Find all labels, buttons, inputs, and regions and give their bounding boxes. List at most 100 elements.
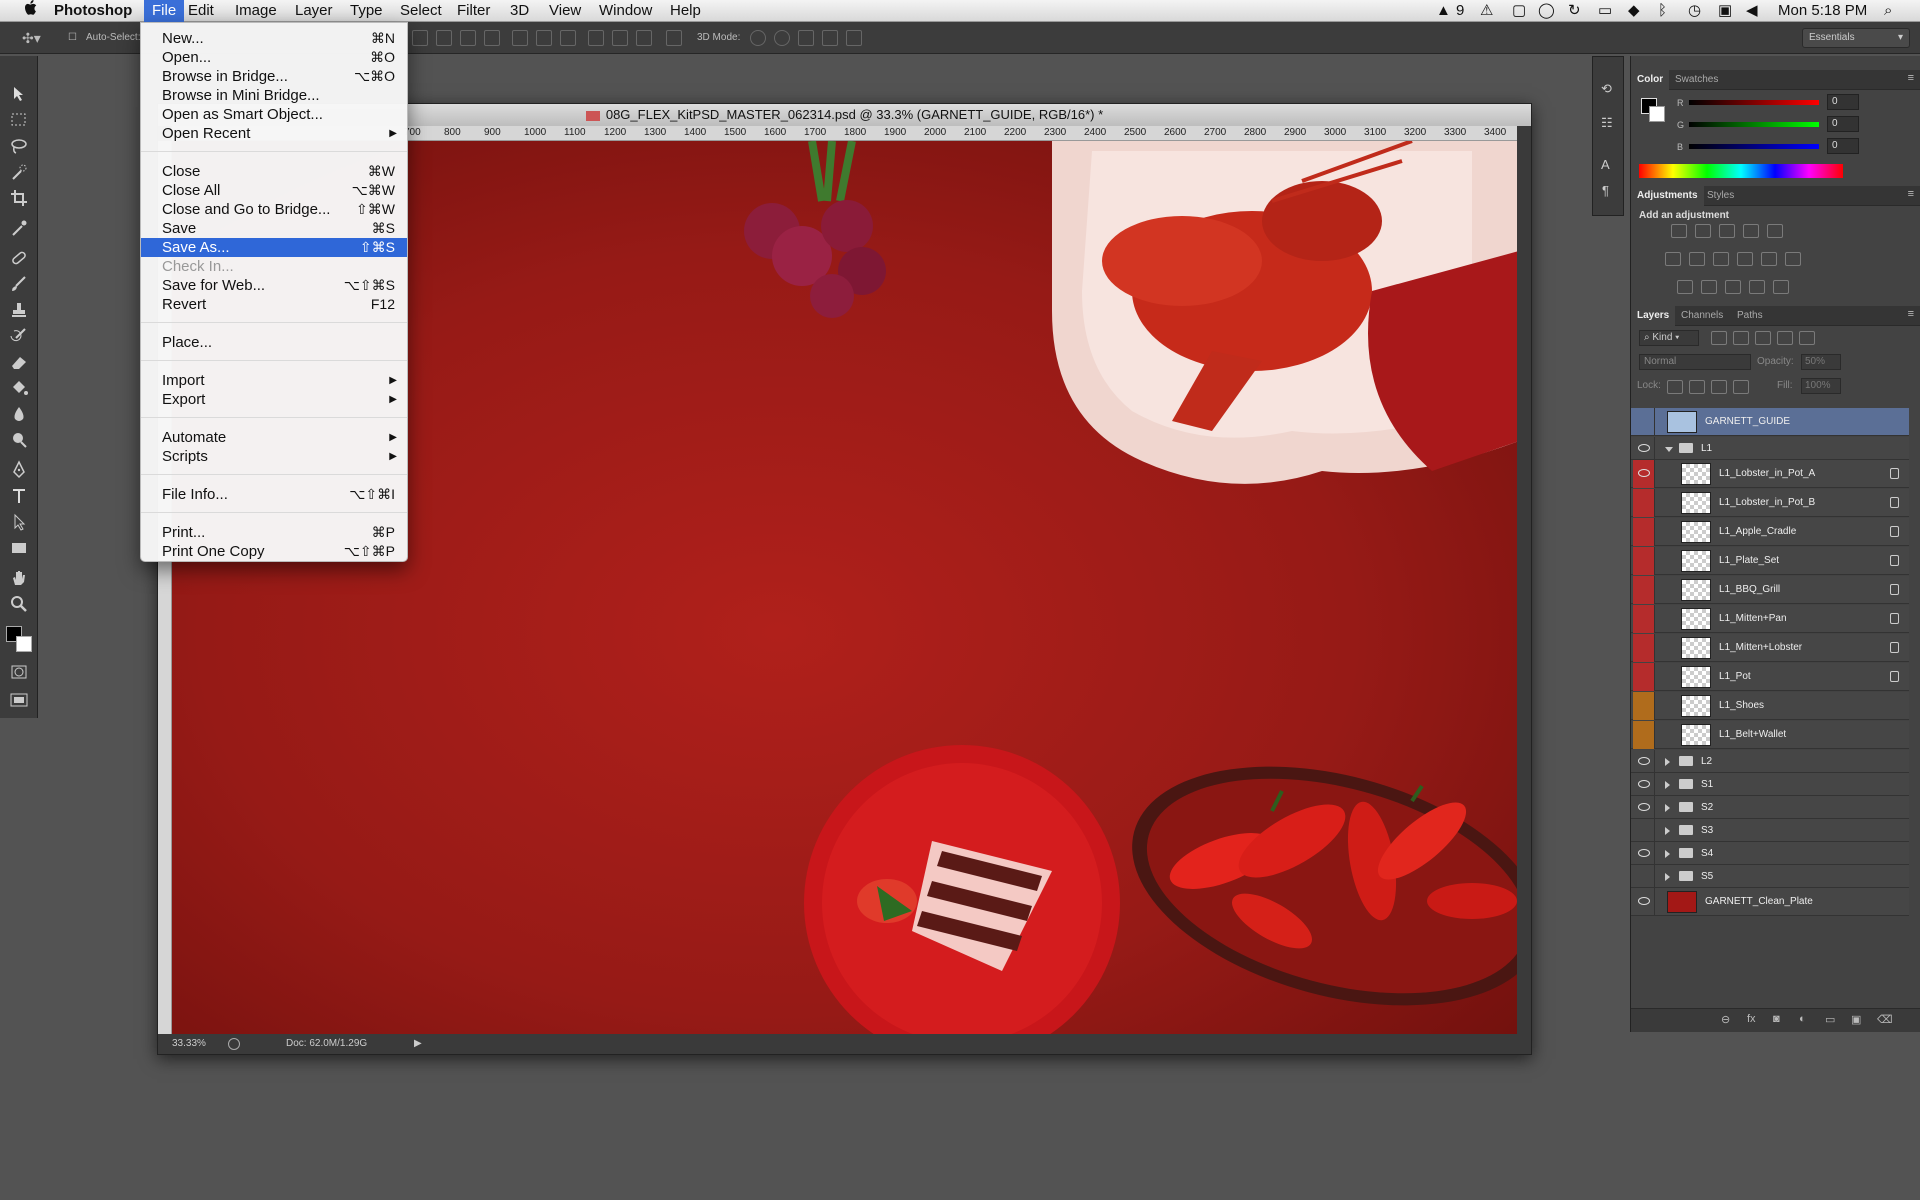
blue-slider[interactable] bbox=[1689, 144, 1819, 149]
filter-shape-layers-icon[interactable] bbox=[1777, 331, 1793, 345]
lock-position-icon[interactable] bbox=[1711, 380, 1727, 394]
color-lookup-icon[interactable] bbox=[1785, 252, 1801, 266]
visibility-toggle[interactable] bbox=[1633, 605, 1655, 633]
visibility-toggle[interactable] bbox=[1633, 819, 1655, 842]
tab-color[interactable]: Color bbox=[1631, 70, 1670, 90]
menu-item-import[interactable]: Import ▶ bbox=[141, 371, 407, 390]
menu-item-new[interactable]: New... ⌘N bbox=[141, 29, 407, 48]
photo-filter-icon[interactable] bbox=[1737, 252, 1753, 266]
menu-item-file-info[interactable]: File Info... ⌥⇧⌘I bbox=[141, 485, 407, 504]
visibility-toggle[interactable] bbox=[1633, 692, 1655, 720]
menu-item-open[interactable]: Open... ⌘O bbox=[141, 48, 407, 67]
distribute-vcenter-icon[interactable] bbox=[536, 30, 552, 46]
layer-group[interactable]: S3 bbox=[1631, 819, 1909, 842]
menu-item-open-recent[interactable]: Open Recent ▶ bbox=[141, 124, 407, 143]
apple-menu[interactable] bbox=[16, 0, 46, 22]
panel-menu-icon[interactable]: ≡ bbox=[1908, 188, 1914, 200]
3d-scale-icon[interactable] bbox=[846, 30, 862, 46]
brightness-contrast-icon[interactable] bbox=[1671, 224, 1687, 238]
sync-icon[interactable]: ↻ bbox=[1568, 0, 1581, 22]
tab-paths[interactable]: Paths bbox=[1731, 306, 1769, 326]
layer-garnett-clean-plate[interactable]: GARNETT_Clean_Plate bbox=[1631, 888, 1909, 916]
visibility-toggle[interactable] bbox=[1633, 408, 1655, 436]
visibility-toggle[interactable] bbox=[1633, 547, 1655, 575]
layer-l1-item[interactable]: L1_Mitten+Lobster bbox=[1631, 634, 1909, 662]
menu-type[interactable]: Type bbox=[342, 0, 391, 22]
brush-tool-icon[interactable] bbox=[8, 274, 30, 294]
paint-bucket-tool-icon[interactable] bbox=[8, 378, 30, 398]
levels-icon[interactable] bbox=[1695, 224, 1711, 238]
marquee-tool-icon[interactable] bbox=[8, 110, 30, 130]
exposure-icon[interactable] bbox=[1743, 224, 1759, 238]
vibrance-icon[interactable] bbox=[1767, 224, 1783, 238]
auto-select-checkbox[interactable]: ☐ bbox=[68, 30, 77, 46]
hand-tool-icon[interactable] bbox=[8, 568, 30, 588]
move-tool-preset-icon[interactable]: ✣▾ bbox=[22, 30, 41, 46]
layer-group[interactable]: S2 bbox=[1631, 796, 1909, 819]
color-background-swatch[interactable] bbox=[1649, 106, 1665, 122]
menu-file[interactable]: File bbox=[144, 0, 185, 22]
volume-icon[interactable]: ◀ bbox=[1746, 0, 1758, 22]
menu-item-close-and-go-to-bridge[interactable]: Close and Go to Bridge... ⇧⌘W bbox=[141, 200, 407, 219]
red-value[interactable]: 0 bbox=[1827, 94, 1859, 110]
lock-transparent-icon[interactable] bbox=[1667, 380, 1683, 394]
layer-group-l1[interactable]: L1 bbox=[1631, 437, 1909, 460]
menu-view[interactable]: View bbox=[541, 0, 589, 22]
hue-saturation-icon[interactable] bbox=[1665, 252, 1681, 266]
panel-menu-icon[interactable]: ≡ bbox=[1908, 308, 1914, 320]
layer-group[interactable]: S1 bbox=[1631, 773, 1909, 796]
clipboard-icon[interactable]: ▢ bbox=[1512, 0, 1526, 22]
lock-image-icon[interactable] bbox=[1689, 380, 1705, 394]
fill-input[interactable]: 100% bbox=[1801, 378, 1841, 394]
invert-icon[interactable] bbox=[1677, 280, 1693, 294]
black-white-icon[interactable] bbox=[1713, 252, 1729, 266]
menu-3d[interactable]: 3D bbox=[502, 0, 537, 22]
disclosure-closed-icon[interactable] bbox=[1665, 827, 1670, 835]
dropbox-icon[interactable]: ◆ bbox=[1628, 0, 1640, 22]
filter-type-layers-icon[interactable] bbox=[1755, 331, 1771, 345]
menu-help[interactable]: Help bbox=[662, 0, 709, 22]
menu-item-revert[interactable]: Revert F12 bbox=[141, 295, 407, 314]
visibility-toggle[interactable] bbox=[1633, 460, 1655, 488]
move-tool-icon[interactable] bbox=[8, 84, 30, 104]
zoom-tool-icon[interactable] bbox=[8, 594, 30, 614]
background-color-swatch[interactable] bbox=[16, 636, 32, 652]
layer-l1-item[interactable]: L1_Apple_Cradle bbox=[1631, 518, 1909, 546]
distribute-top-icon[interactable] bbox=[512, 30, 528, 46]
align-left-icon[interactable] bbox=[484, 30, 500, 46]
align-vcenter-icon[interactable] bbox=[436, 30, 452, 46]
layer-l1-item[interactable]: L1_BBQ_Grill bbox=[1631, 576, 1909, 604]
visibility-toggle[interactable] bbox=[1633, 842, 1655, 865]
red-slider[interactable] bbox=[1689, 100, 1819, 105]
curves-icon[interactable] bbox=[1719, 224, 1735, 238]
green-value[interactable]: 0 bbox=[1827, 116, 1859, 132]
visibility-toggle[interactable] bbox=[1633, 576, 1655, 604]
visibility-toggle[interactable] bbox=[1633, 888, 1655, 916]
menu-item-place[interactable]: Place... bbox=[141, 333, 407, 352]
status-info-icon[interactable] bbox=[228, 1038, 240, 1050]
dodge-tool-icon[interactable] bbox=[8, 430, 30, 450]
new-layer-icon[interactable]: ▣ bbox=[1851, 1013, 1861, 1026]
posterize-icon[interactable] bbox=[1701, 280, 1717, 294]
layer-l1-item[interactable]: L1_Mitten+Pan bbox=[1631, 605, 1909, 633]
filter-adjustment-layers-icon[interactable] bbox=[1733, 331, 1749, 345]
menu-item-save-for-web[interactable]: Save for Web... ⌥⇧⌘S bbox=[141, 276, 407, 295]
menu-item-automate[interactable]: Automate ▶ bbox=[141, 428, 407, 447]
adobe-app-icon[interactable]: ▲ bbox=[1436, 0, 1451, 22]
display-icon[interactable]: ▭ bbox=[1598, 0, 1612, 22]
align-top-icon[interactable] bbox=[412, 30, 428, 46]
visibility-toggle[interactable] bbox=[1633, 796, 1655, 819]
layer-l1-item[interactable]: L1_Lobster_in_Pot_B bbox=[1631, 489, 1909, 517]
3d-pan-icon[interactable] bbox=[798, 30, 814, 46]
quick-selection-tool-icon[interactable] bbox=[8, 162, 30, 182]
pen-tool-icon[interactable] bbox=[8, 460, 30, 480]
channel-mixer-icon[interactable] bbox=[1761, 252, 1777, 266]
app-menu-photoshop[interactable]: Photoshop bbox=[46, 0, 140, 22]
layer-l1-item[interactable]: L1_Belt+Wallet bbox=[1631, 721, 1909, 749]
visibility-toggle[interactable] bbox=[1633, 489, 1655, 517]
menu-item-save-as[interactable]: Save As... ⇧⌘S bbox=[141, 238, 407, 257]
tab-styles[interactable]: Styles bbox=[1701, 186, 1740, 206]
menu-item-close-all[interactable]: Close All ⌥⌘W bbox=[141, 181, 407, 200]
rectangle-tool-icon[interactable] bbox=[8, 538, 30, 558]
distribute-right-icon[interactable] bbox=[636, 30, 652, 46]
